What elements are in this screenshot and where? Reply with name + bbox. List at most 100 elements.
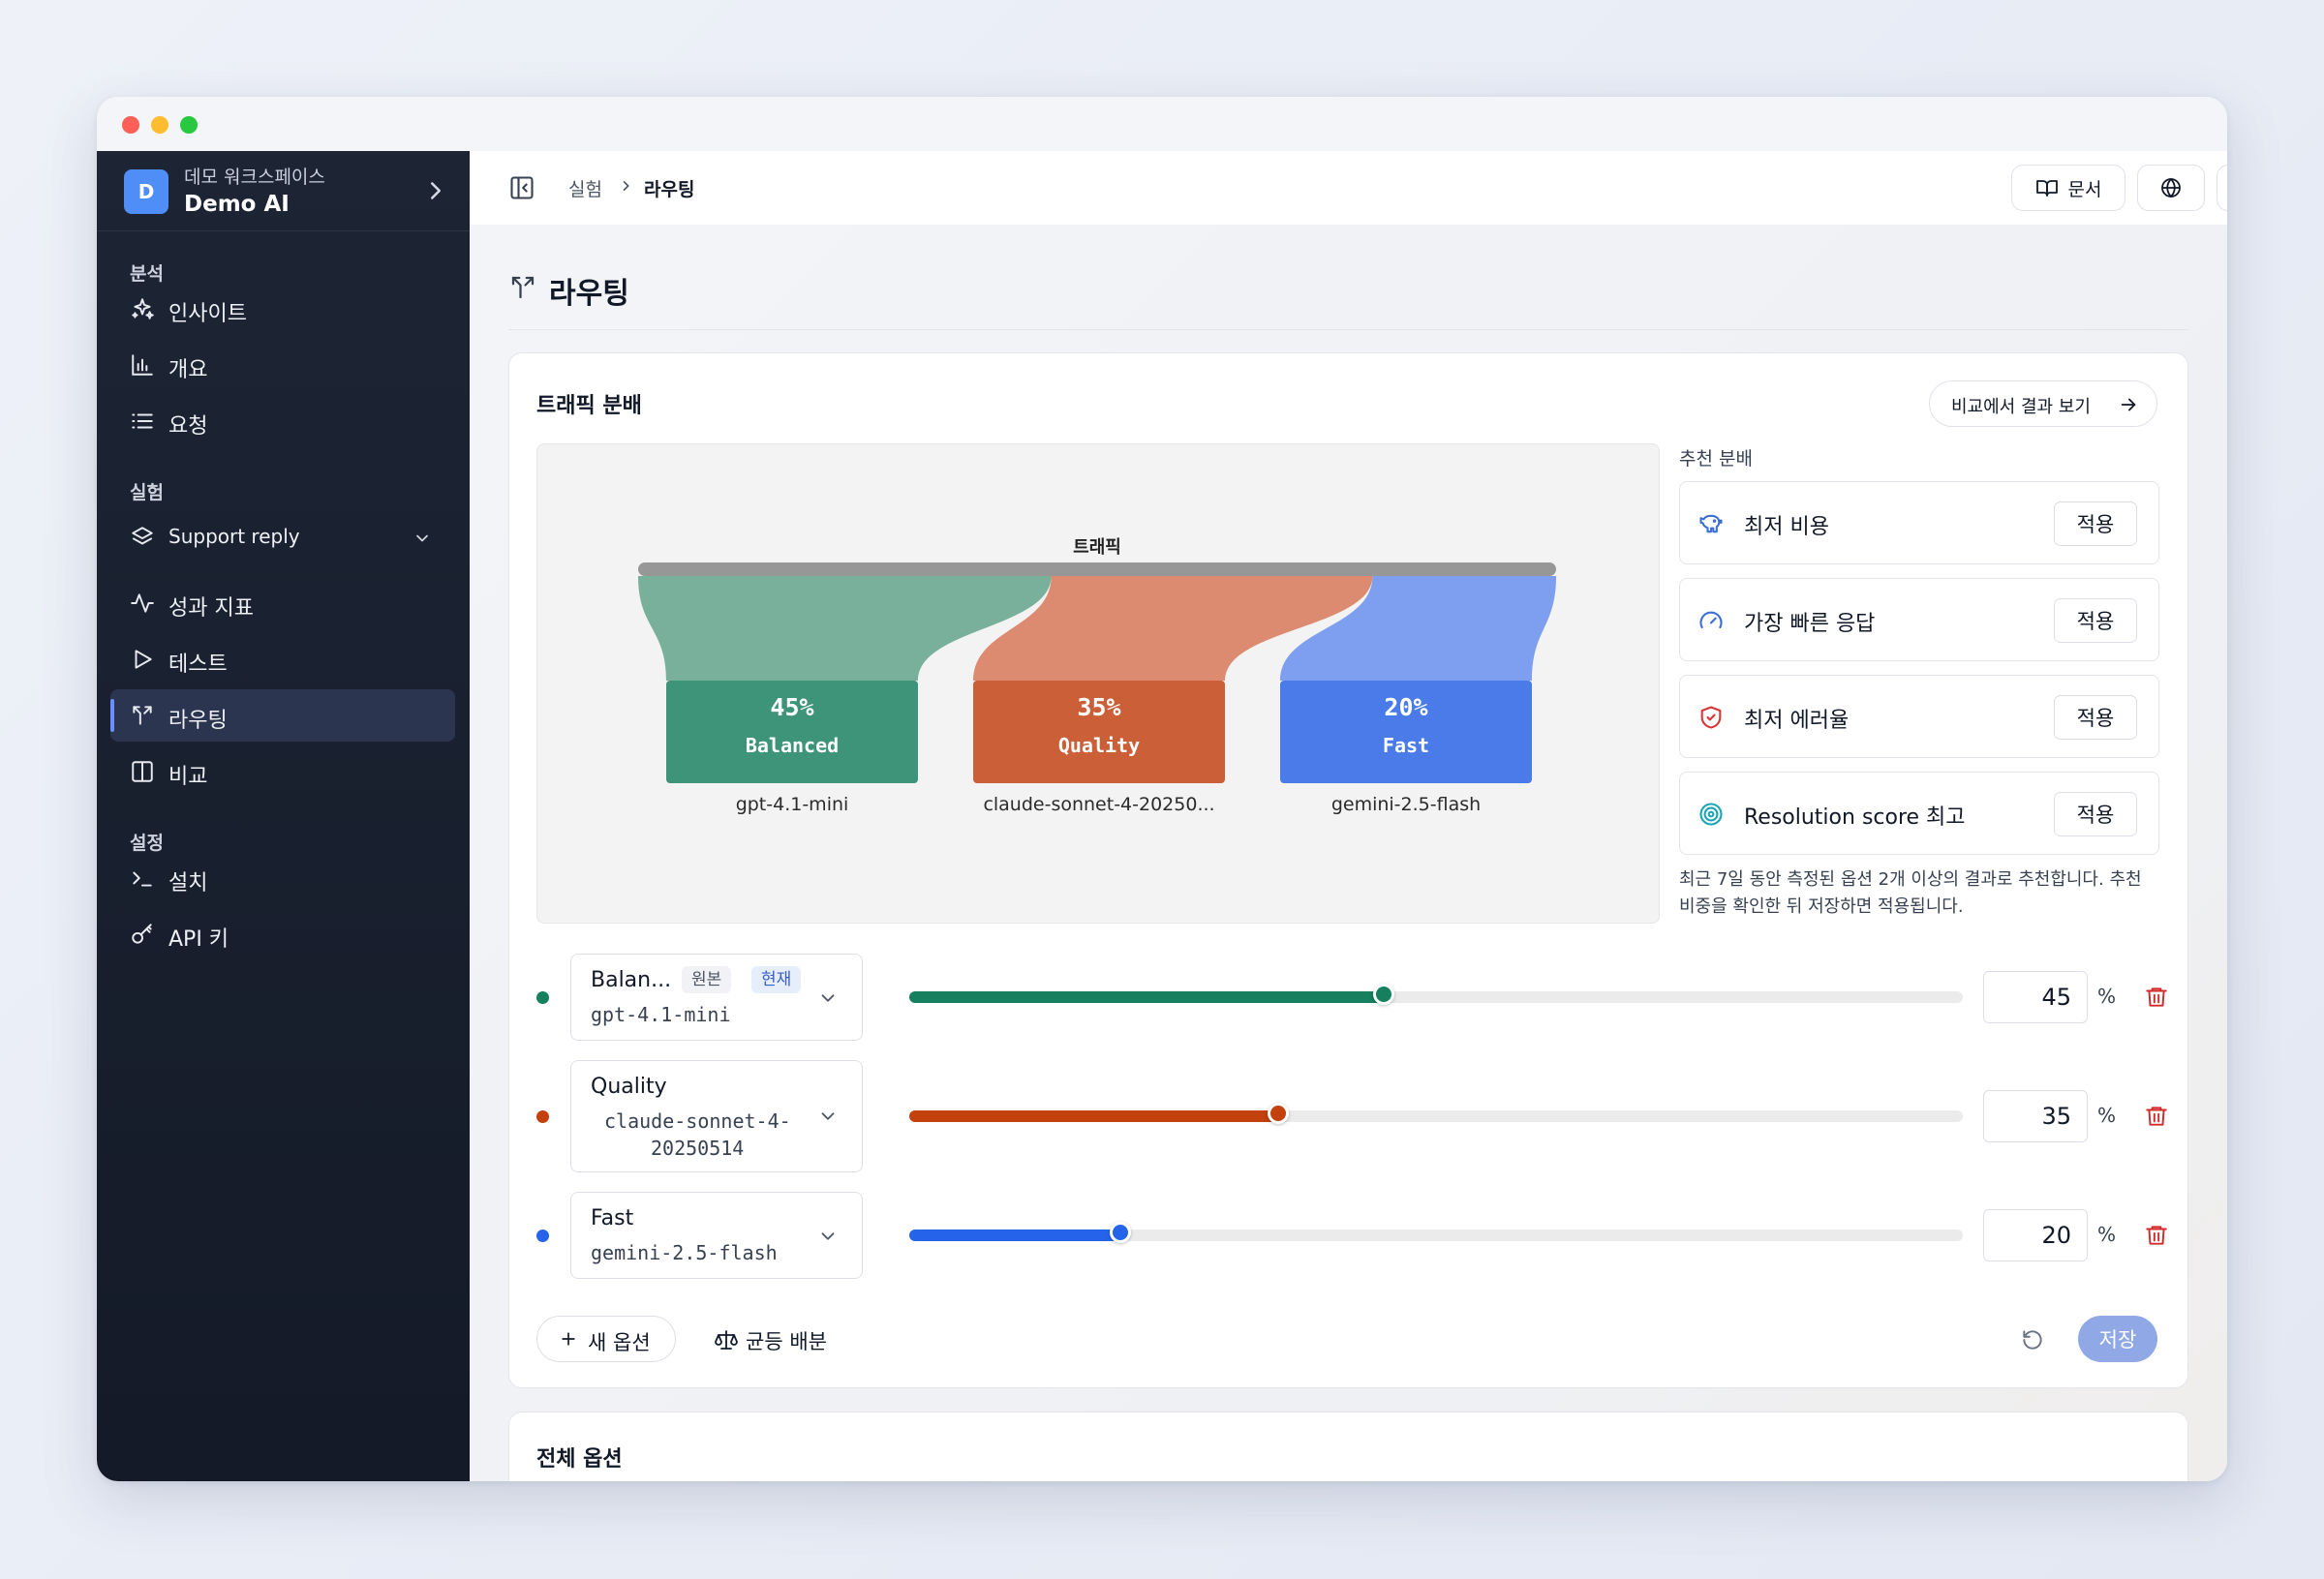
chevron-right-icon: [431, 182, 441, 199]
close-window-button[interactable]: [122, 116, 139, 134]
sparkles-icon: [132, 298, 154, 319]
apply-button[interactable]: 적용: [2054, 501, 2137, 546]
top-bar: 실험 라우팅 문서: [470, 151, 2227, 226]
recommend-item-label: Resolution score 최고: [1744, 805, 1966, 830]
recommend-fastest-response: 가장 빠른 응답 적용: [1679, 578, 2159, 661]
sidebar-item-tests[interactable]: 테스트: [110, 633, 455, 685]
percent-sign: %: [2097, 985, 2117, 1008]
sidebar-item-label: 테스트: [168, 653, 228, 677]
trash-icon[interactable]: [2144, 1104, 2169, 1129]
section-label-analytics: 분석: [130, 263, 164, 285]
sidebar-item-label: 인사이트: [168, 302, 247, 326]
sidebar-item-metrics[interactable]: 성과 지표: [110, 577, 455, 629]
all-options-card: 전체 옵션: [508, 1412, 2188, 1481]
play-icon: [135, 650, 152, 669]
docs-button[interactable]: 문서: [2011, 165, 2125, 211]
weight-slider[interactable]: [909, 984, 1963, 1005]
sankey-node-name: Quality: [1058, 734, 1140, 757]
section-label-settings: 설정: [130, 833, 164, 854]
target-icon: [1699, 803, 1723, 826]
apply-button[interactable]: 적용: [2054, 598, 2137, 643]
traffic-title: 트래픽 분배: [536, 394, 642, 418]
chevron-down-icon: [416, 534, 428, 542]
sankey-node-model: claude-sonnet-4-20250...: [983, 794, 1214, 815]
sidebar-item-insights[interactable]: 인사이트: [110, 283, 455, 335]
apply-button[interactable]: 적용: [2054, 792, 2137, 836]
current-badge: 현재: [751, 966, 802, 993]
add-option-button[interactable]: 새 옵션: [536, 1316, 676, 1362]
option-name: Balan...: [591, 968, 672, 992]
maximize-window-button[interactable]: [180, 116, 198, 134]
option-row: Balan... 원본 현재 gpt-4.1-mini 45 %: [536, 954, 2167, 1041]
language-button[interactable]: [2137, 165, 2205, 211]
main-area: 실험 라우팅 문서 라우팅 트래픽 분배 비교에서 결과 보기 트래픽 45% …: [470, 151, 2227, 1481]
view-compare-button[interactable]: 비교에서 결과 보기: [1929, 380, 2157, 427]
add-option-label: 새 옵션: [588, 1331, 651, 1354]
trash-icon[interactable]: [2144, 1223, 2169, 1248]
page-title: 라우팅: [549, 277, 629, 311]
workspace-switcher[interactable]: D 데모 워크스페이스 Demo AI: [97, 151, 470, 231]
sidebar-item-api-keys[interactable]: API 키: [110, 908, 455, 960]
sidebar-item-compare[interactable]: 비교: [110, 745, 455, 798]
weight-slider[interactable]: [909, 1103, 1963, 1124]
slider-thumb[interactable]: [1267, 1103, 1289, 1124]
workspace-avatar: D: [124, 169, 168, 214]
option-select[interactable]: Quality claude-sonnet-4- 20250514: [570, 1060, 863, 1172]
option-model: gpt-4.1-mini: [591, 1003, 731, 1026]
title-bar: [97, 97, 2227, 152]
sidebar-item-install[interactable]: 설치: [110, 852, 455, 904]
sidebar-item-label: 비교: [168, 765, 208, 789]
slider-thumb[interactable]: [1372, 984, 1394, 1005]
split-icon: [133, 706, 152, 725]
split-icon: [511, 276, 535, 299]
recommend-item-label: 최저 에러율: [1744, 709, 1850, 733]
minimize-window-button[interactable]: [151, 116, 168, 134]
globe-icon: [2161, 177, 2181, 198]
breadcrumb-experiments[interactable]: 실험: [568, 175, 602, 201]
recommend-lowest-cost: 최저 비용 적용: [1679, 481, 2159, 564]
gauge-icon: [1699, 611, 1723, 629]
reset-icon[interactable]: [2020, 1327, 2045, 1352]
sankey-svg: 트래픽 45% Balanced gpt-4.1-mini 35% Quality cla…: [638, 537, 1556, 815]
title-divider: [508, 329, 2188, 330]
recommend-item-label: 최저 비용: [1744, 515, 1829, 539]
key-icon: [132, 924, 152, 944]
recommend-lowest-error: 최저 에러율 적용: [1679, 675, 2159, 758]
theme-toggle-button[interactable]: [2217, 165, 2227, 211]
sidebar-item-label: API 키: [168, 927, 229, 952]
chevron-down-icon: [821, 994, 835, 1002]
terminal-icon: [133, 871, 152, 887]
sidebar-item-requests[interactable]: 요청: [110, 395, 455, 447]
sankey-node-percent: 20%: [1384, 693, 1427, 721]
option-select[interactable]: Balan... 원본 현재 gpt-4.1-mini: [570, 954, 863, 1041]
option-model-line1: claude-sonnet-4-: [604, 1109, 791, 1133]
option-row: Quality claude-sonnet-4- 20250514 35 %: [536, 1060, 2167, 1172]
weight-slider[interactable]: [909, 1222, 1963, 1243]
experiment-selector[interactable]: Support reply: [110, 511, 455, 563]
sidebar-toggle-icon[interactable]: [508, 174, 535, 201]
apply-button[interactable]: 적용: [2054, 695, 2137, 740]
recommend-note: 최근 7일 동안 측정된 옵션 2개 이상의 결과로 추천합니다. 추천 비중을…: [1679, 869, 2142, 917]
section-label-experiments: 실험: [130, 482, 164, 503]
original-badge: 원본: [682, 966, 732, 993]
sidebar-item-routing[interactable]: 라우팅: [110, 689, 455, 742]
chevron-down-icon: [821, 1232, 835, 1240]
option-name: Quality: [591, 1075, 667, 1099]
weight-input[interactable]: 35: [1983, 1090, 2088, 1142]
sidebar-item-overview[interactable]: 개요: [110, 339, 455, 391]
breadcrumb-routing: 라우팅: [644, 179, 695, 200]
trash-icon[interactable]: [2144, 985, 2169, 1010]
slider-fill: [909, 991, 1384, 1003]
slider-fill: [909, 1110, 1278, 1122]
scale-icon: [715, 1330, 738, 1350]
recommend-best-resolution: Resolution score 최고 적용: [1679, 772, 2159, 855]
sidebar-item-label: 요청: [168, 414, 208, 439]
slider-thumb[interactable]: [1109, 1222, 1131, 1243]
weight-input[interactable]: 45: [1983, 971, 2088, 1023]
sidebar-item-label: 라우팅: [168, 709, 228, 733]
option-select[interactable]: Fast gemini-2.5-flash: [570, 1192, 863, 1279]
slider-fill: [909, 1230, 1120, 1241]
weight-input[interactable]: 20: [1983, 1209, 2088, 1261]
save-button[interactable]: 저장: [2078, 1316, 2157, 1362]
even-split-label: 균등 배분: [746, 1330, 827, 1353]
